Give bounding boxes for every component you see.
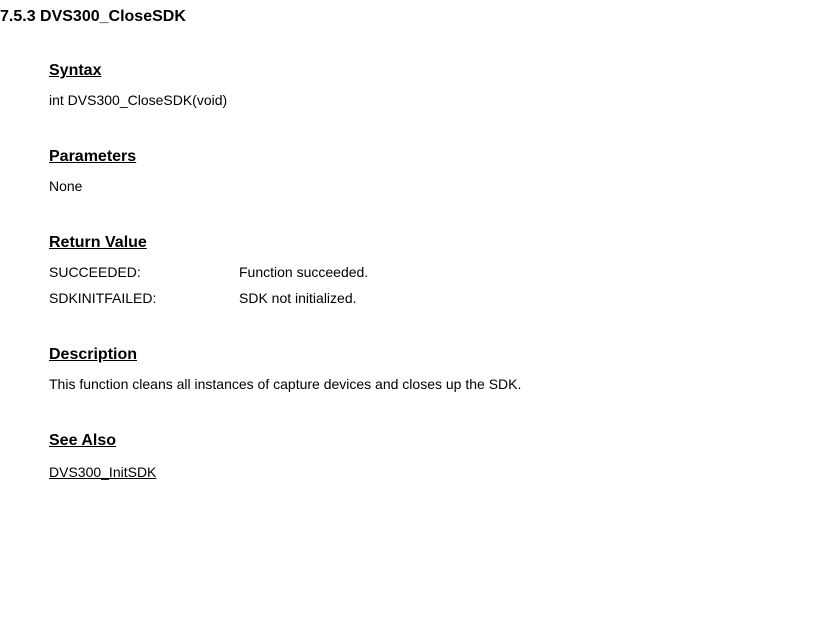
return-label: SUCCEEDED:	[49, 264, 239, 280]
return-value-heading: Return Value	[49, 234, 839, 252]
see-also-link[interactable]: DVS300_InitSDK	[49, 464, 839, 480]
description-heading: Description	[49, 346, 839, 364]
return-desc: SDK not initialized.	[239, 290, 839, 306]
return-value-table: SUCCEEDED: Function succeeded. SDKINITFA…	[49, 264, 839, 306]
parameters-text: None	[49, 178, 839, 194]
syntax-heading: Syntax	[49, 62, 839, 80]
syntax-text: int DVS300_CloseSDK(void)	[49, 92, 839, 108]
return-desc: Function succeeded.	[239, 264, 839, 280]
parameters-heading: Parameters	[49, 148, 839, 166]
section-title: 7.5.3 DVS300_CloseSDK	[0, 8, 839, 26]
return-row: SDKINITFAILED: SDK not initialized.	[49, 290, 839, 306]
see-also-heading: See Also	[49, 432, 839, 450]
return-row: SUCCEEDED: Function succeeded.	[49, 264, 839, 280]
return-label: SDKINITFAILED:	[49, 290, 239, 306]
description-text: This function cleans all instances of ca…	[49, 376, 839, 392]
